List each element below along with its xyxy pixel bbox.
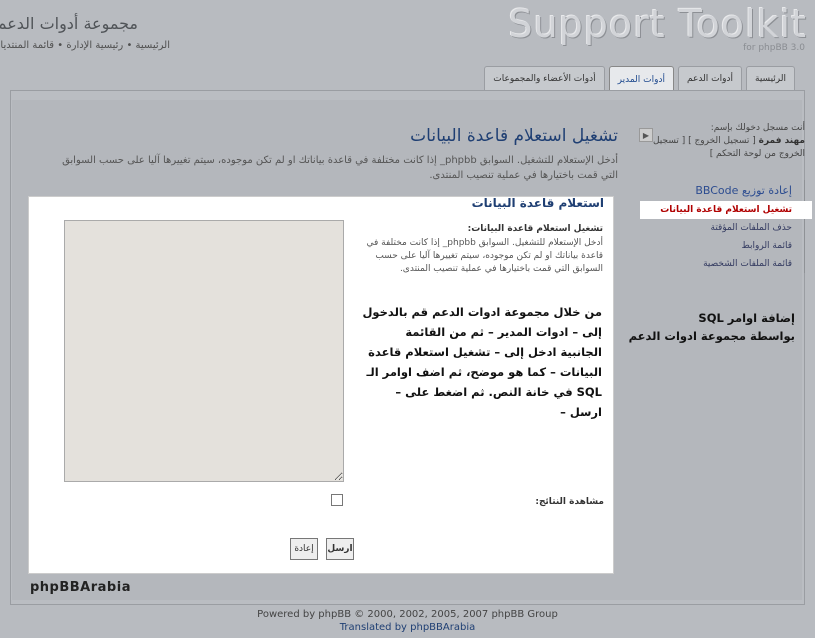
- login-info: أنت مسجل دخولك بإسم: مهند فمرة [ تسجيل ا…: [640, 122, 805, 161]
- sidebar-nav: إعادة توزيع BBCode تشغيل استعلام قاعدة ا…: [640, 180, 812, 273]
- sidebar-item-links[interactable]: قائمة الروابط: [640, 237, 804, 255]
- instruction-text: من خلال مجموعة ادوات الدعم قم بالدخول إل…: [362, 305, 602, 419]
- reset-button[interactable]: إعادة: [290, 538, 318, 560]
- page-description: أدخل الإستعلام للتشغيل. السوابق phpbb_ إ…: [62, 155, 618, 181]
- tab-users-groups[interactable]: أدوات الأعضاء والمجموعات: [484, 66, 605, 90]
- footer-translation: Translated by phpBBArabia: [339, 622, 476, 633]
- side-note-line2: بواسطة مجموعة ادوات الدعم: [628, 329, 795, 343]
- sidebar-login-info: أنت مسجل دخولك بإسم: مهند فمرة [ تسجيل ا…: [640, 122, 805, 161]
- side-note: إضافة اوامر SQL بواسطة مجموعة ادوات الدع…: [629, 309, 795, 345]
- sidebar-item-database-query[interactable]: تشغيل استعلام قاعدة البيانات: [640, 201, 812, 219]
- logo-subtitle: for phpBB 3.0: [743, 43, 805, 53]
- sidebar-item-purge-cache[interactable]: حذف الملفات المؤقتة: [640, 219, 804, 237]
- footer-copyright: Powered by phpBB © 2000, 2002, 2005, 200…: [257, 609, 558, 620]
- tab-bar: الرئيسية أدوات الدعم أدوات المدير أدوات …: [484, 66, 795, 92]
- query-field-label: تشغيل استعلام قاعدة البيانات:: [467, 224, 603, 234]
- breadcrumb-separator: •: [57, 40, 64, 51]
- show-results-checkbox[interactable]: [331, 494, 343, 506]
- footer: Powered by phpBB © 2000, 2002, 2005, 200…: [0, 608, 815, 634]
- breadcrumb: الرئيسية • رئيسية الإدارة • قائمة المنتد…: [0, 40, 170, 51]
- tab-home[interactable]: الرئيسية: [746, 66, 795, 90]
- site-title: مجموعة أدوات الدعم: [0, 14, 138, 33]
- show-results-label: مشاهدة النتائج:: [535, 497, 604, 507]
- login-prefix: أنت مسجل دخولك بإسم:: [710, 123, 805, 133]
- sidebar-item-profile-fields[interactable]: قائمة الملفات الشخصية: [640, 255, 804, 273]
- username[interactable]: مهند فمرة: [759, 136, 805, 146]
- submit-button[interactable]: ارسل: [326, 538, 354, 560]
- page-title: تشغيل استعلام قاعدة البيانات: [410, 126, 618, 146]
- query-field-description: أدخل الإستعلام للتشغيل. السوابق phpbb_ إ…: [366, 238, 603, 274]
- breadcrumb-forums[interactable]: قائمة المنتديات: [0, 40, 54, 51]
- sidebar-item-reparse-bbcode[interactable]: إعادة توزيع BBCode: [640, 180, 804, 201]
- phpbbarabia-logo: phpBBArabia: [30, 580, 131, 595]
- breadcrumb-separator: •: [126, 40, 133, 51]
- tab-support-tools[interactable]: أدوات الدعم: [677, 66, 742, 90]
- side-note-line1: إضافة اوامر SQL: [698, 311, 795, 325]
- sql-query-input[interactable]: [64, 220, 344, 482]
- logout-link[interactable]: [ تسجيل الخروج ]: [688, 136, 756, 146]
- breadcrumb-admin[interactable]: رئيسية الإدارة: [66, 40, 123, 51]
- support-toolkit-logo: Support Toolkit: [508, 2, 807, 46]
- breadcrumb-home[interactable]: الرئيسية: [136, 40, 170, 51]
- tab-admin-tools[interactable]: أدوات المدير: [608, 66, 674, 92]
- form-title: استعلام قاعدة البيانات: [471, 196, 604, 210]
